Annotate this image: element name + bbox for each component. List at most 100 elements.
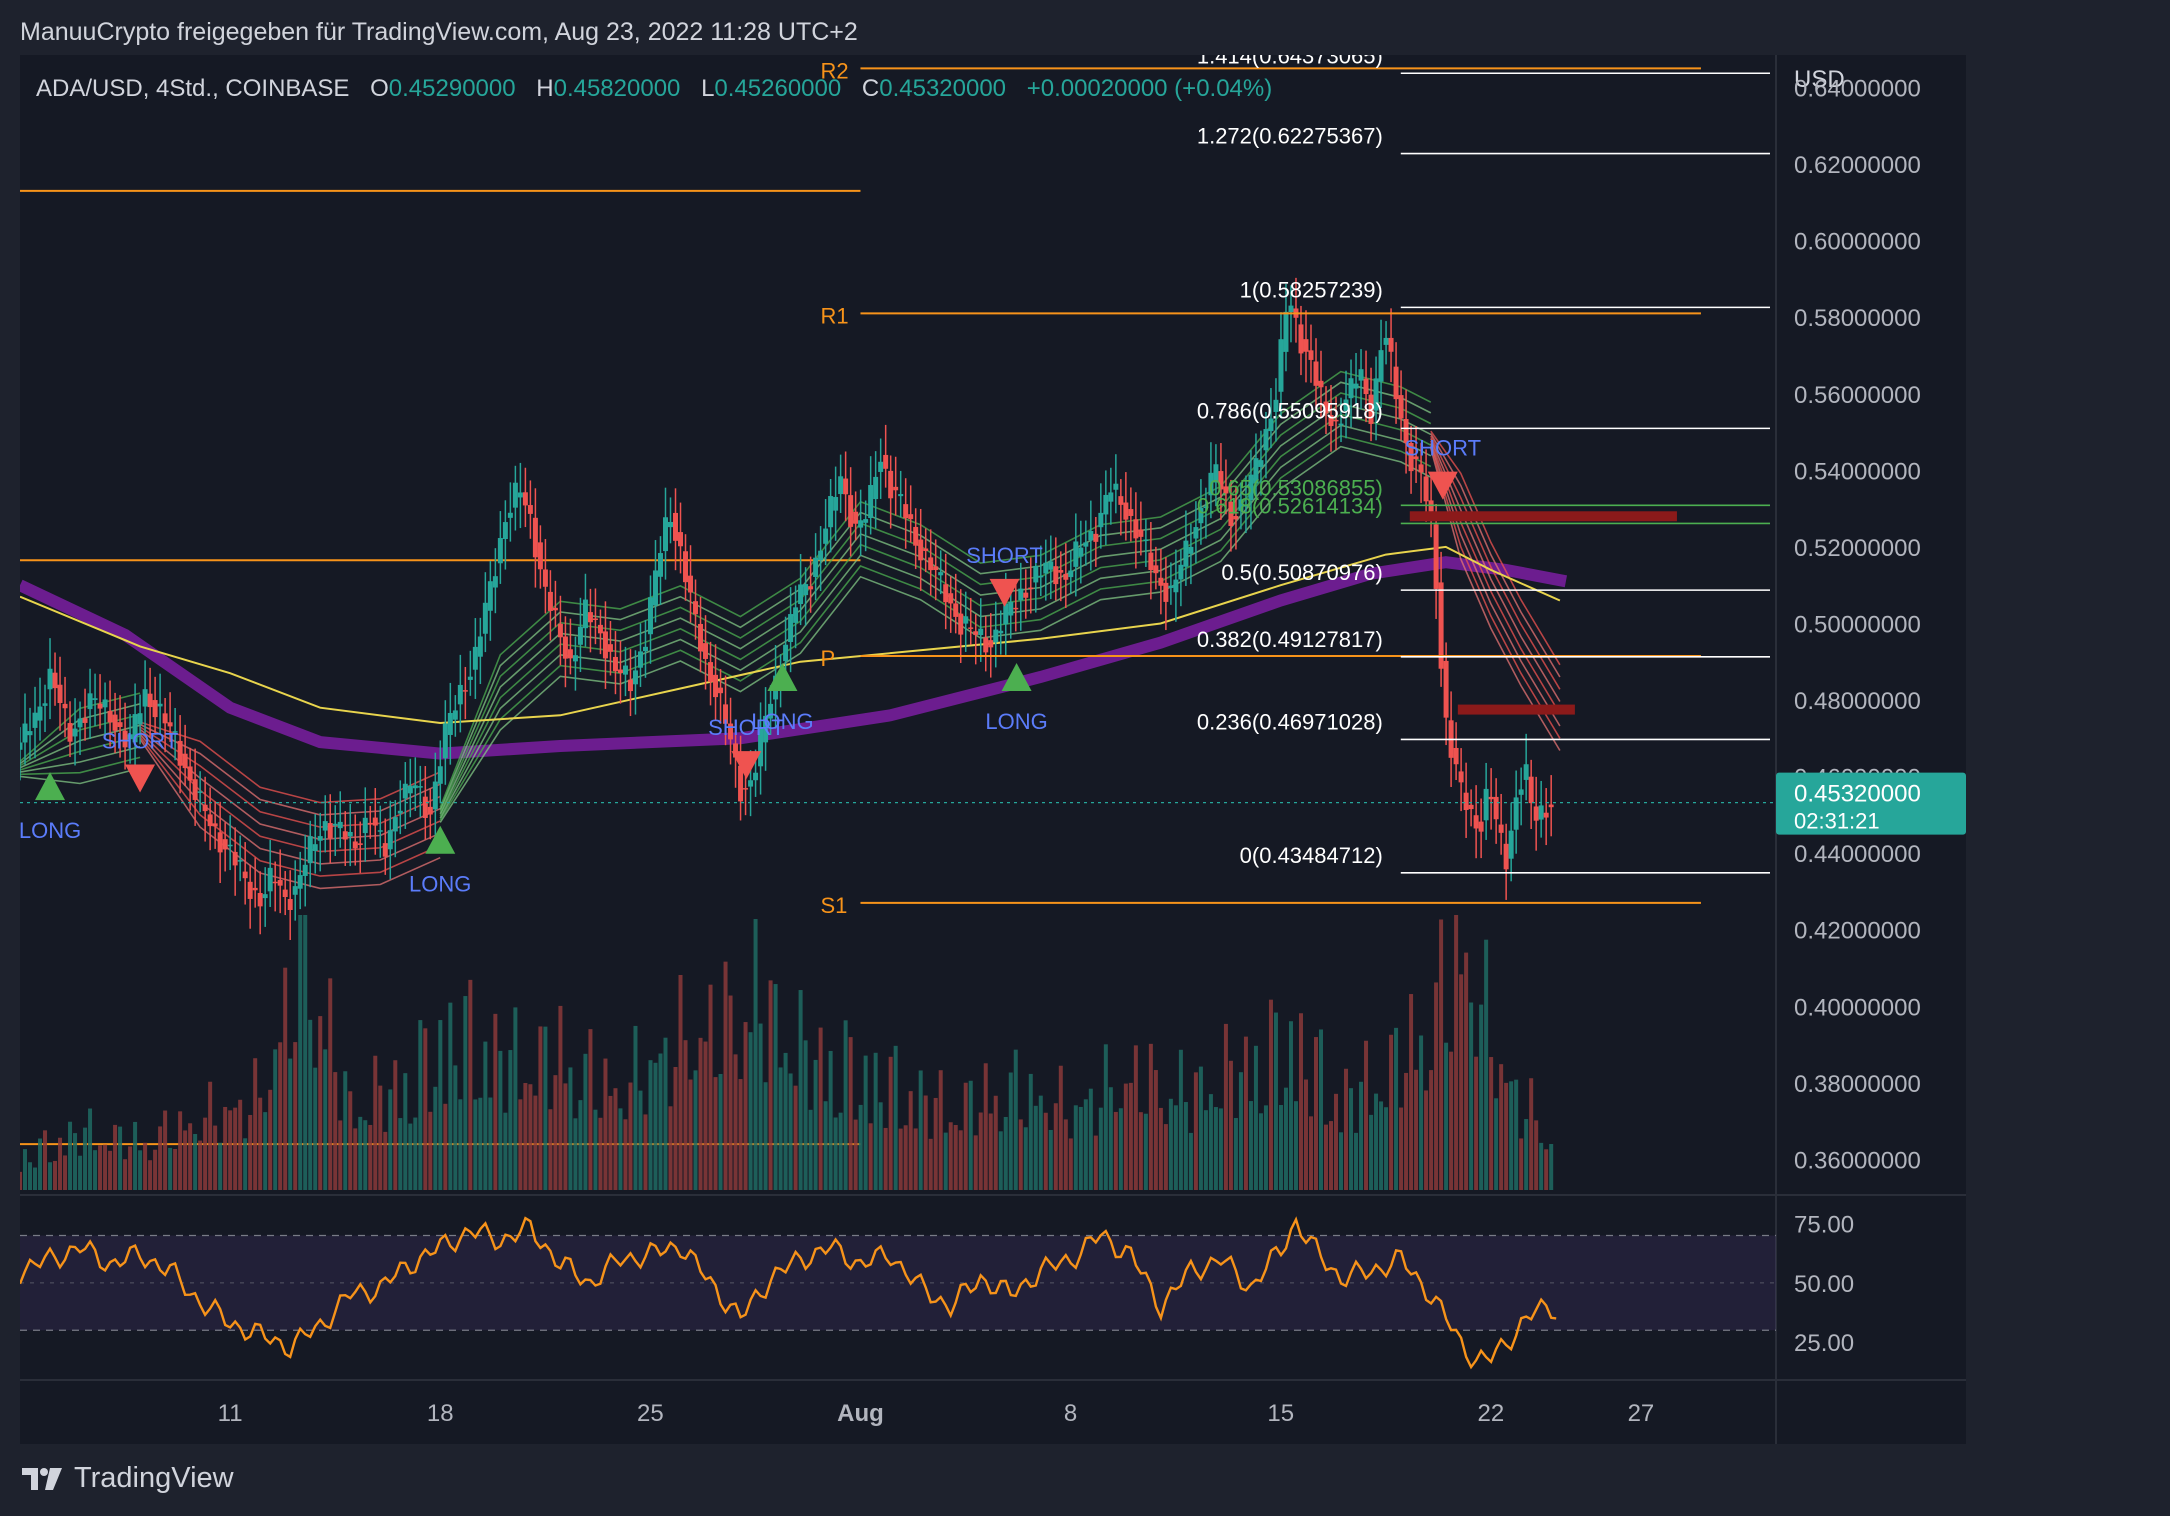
candle-body (242, 871, 248, 879)
candle-body (117, 722, 123, 727)
volume-bar (398, 1118, 403, 1190)
volume-bar (1288, 1021, 1293, 1190)
candle-body (567, 649, 573, 659)
volume-bar (693, 1070, 698, 1190)
volume-bar (33, 1167, 38, 1190)
volume-bar (138, 1150, 143, 1190)
volume-bar (1429, 1070, 1434, 1190)
candle-body (442, 723, 448, 759)
volume-bar (598, 1117, 603, 1190)
footer-brand-label: TradingView (74, 1462, 234, 1494)
candle-body (257, 892, 263, 907)
volume-bar (1063, 1119, 1068, 1190)
candle-body (147, 693, 153, 708)
candle-body (97, 703, 103, 709)
volume-bar (1178, 1049, 1183, 1190)
volume-bar (448, 1002, 453, 1190)
volume-bar (703, 1041, 708, 1190)
volume-bar (523, 1083, 528, 1190)
volume-bar (963, 1082, 968, 1190)
volume-bar (928, 1138, 933, 1190)
candle-body (642, 646, 648, 652)
candle-body (512, 482, 518, 508)
candle-body (402, 783, 408, 799)
chart-frame[interactable]: USD 0.64000000 0.62000000 0.60000000 0.58000… (20, 55, 1966, 1444)
candle-body (1078, 547, 1084, 557)
candle-body (102, 699, 108, 708)
candle-body (492, 576, 498, 588)
footer-brand[interactable]: TradingView (20, 1462, 234, 1495)
volume-bar (858, 1104, 863, 1190)
volume-bar (988, 1113, 993, 1190)
x-tick-label: 18 (427, 1400, 454, 1427)
candle-body (537, 542, 543, 570)
volume-bar (1469, 1002, 1474, 1190)
volume-bar (933, 1097, 938, 1190)
volume-bar (878, 1102, 883, 1190)
price-chart[interactable]: USD0.640000000.620000000.600000000.58000… (20, 55, 1966, 1444)
candle-body (57, 684, 63, 704)
volume-bar (1459, 974, 1464, 1190)
volume-bar (873, 1052, 878, 1190)
candle-body (743, 788, 749, 790)
volume-bar (798, 990, 803, 1190)
volume-bar (238, 1099, 243, 1190)
volume-bar (178, 1111, 183, 1190)
volume-bar (1544, 1149, 1549, 1190)
volume-bar (83, 1127, 88, 1190)
volume-bar (863, 1055, 868, 1190)
candle-body (1103, 494, 1109, 515)
candle-body (1133, 519, 1139, 539)
volume-bar (708, 984, 713, 1190)
volume-bar (1203, 1110, 1208, 1190)
resistance-zone (1457, 704, 1575, 715)
candle-body (1113, 483, 1119, 490)
volume-bar (788, 1073, 793, 1190)
volume-bar (348, 1091, 353, 1190)
candle-body (1538, 805, 1544, 820)
candle-body (1443, 660, 1449, 718)
legend-symbol[interactable]: ADA/USD, 4Std., COINBASE (36, 75, 349, 102)
candle-body (1508, 830, 1514, 859)
candle-body (287, 899, 293, 911)
candle-body (953, 603, 959, 617)
volume-bar (1108, 1087, 1113, 1190)
candle-body (1008, 601, 1014, 616)
volume-bar (483, 1041, 488, 1190)
volume-bar (88, 1108, 93, 1190)
volume-bar (583, 1053, 588, 1190)
volume-bar (63, 1155, 68, 1190)
volume-bar (458, 1099, 463, 1190)
candle-body (1018, 588, 1024, 601)
volume-bar (38, 1138, 43, 1190)
volume-bar (303, 915, 308, 1190)
candle-body (347, 831, 353, 837)
candle-body (142, 689, 148, 707)
candle-body (342, 831, 348, 840)
volume-bar (908, 1091, 913, 1190)
volume-bar (1479, 1004, 1484, 1190)
candle-body (162, 713, 168, 724)
volume-bar (1364, 1040, 1369, 1190)
candle-body (1128, 509, 1134, 516)
candle-body (237, 860, 243, 862)
candle-body (72, 728, 78, 737)
volume-bar (1324, 1124, 1329, 1190)
fib-level-label: 0.786(0.55095918) (1197, 398, 1383, 423)
volume-bar (1228, 1060, 1233, 1190)
candle-body (838, 476, 844, 495)
candle-body (272, 881, 278, 884)
volume-bar (1213, 1107, 1218, 1190)
volume-bar (73, 1133, 78, 1190)
candle-body (87, 693, 93, 710)
volume-bar (228, 1110, 233, 1190)
candle-body (843, 478, 849, 495)
volume-bar (98, 1145, 103, 1190)
volume-bar (158, 1126, 163, 1190)
candle-body (1393, 366, 1399, 400)
volume-bar (1339, 1132, 1344, 1190)
volume-bar (1384, 1107, 1389, 1190)
candle-body (813, 557, 819, 577)
candle-body (52, 672, 58, 689)
volume-bar (1374, 1093, 1379, 1190)
